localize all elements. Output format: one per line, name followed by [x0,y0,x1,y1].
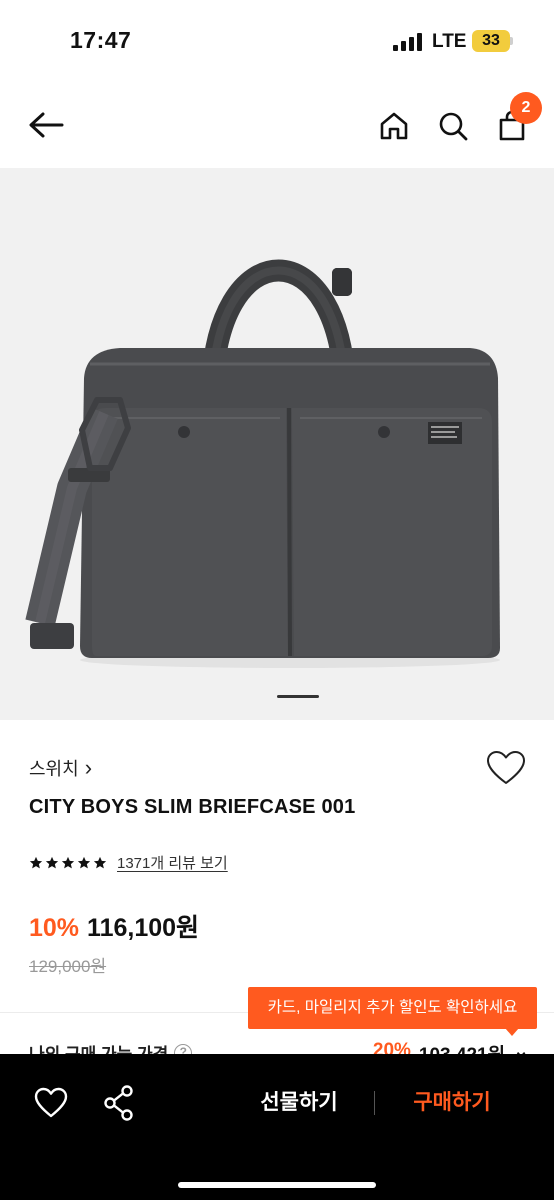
product-title: CITY BOYS SLIM BRIEFCASE 001 [29,796,356,818]
gift-button[interactable]: 선물하기 [240,1080,358,1126]
status-time: 17:47 [70,27,132,53]
search-icon [439,112,468,141]
my-price-amount: 103,421원 [419,1040,505,1054]
home-indicator [178,1182,376,1188]
discount-rate: 10% [29,914,80,942]
buy-button[interactable]: 구매하기 [392,1080,512,1126]
bottom-heart-icon[interactable] [34,1087,68,1119]
star-icon [93,856,107,868]
brand-name: 스위치 [29,759,79,779]
top-nav [0,84,554,168]
brand-link[interactable]: 스위치 › [29,755,92,781]
sale-price: 116,100원 [87,914,200,942]
review-link[interactable]: 1371개 리뷰 보기 [117,852,228,873]
battery-level: 33 [472,30,510,52]
search-button[interactable] [431,104,475,148]
network-type: LTE [432,31,467,52]
wishlist-heart-icon[interactable] [486,750,526,786]
back-arrow-icon [29,112,64,138]
home-icon [380,112,408,140]
price-row: 10% 116,100원 [29,908,199,944]
original-price: 129,000원 [29,957,107,976]
product-image[interactable] [0,168,554,720]
help-icon: ? [174,1043,193,1054]
briefcase-photo [25,259,500,668]
rating-row: 1371개 리뷰 보기 [29,852,228,873]
status-bar: 17:47 LTE 33 [0,0,554,80]
my-price-row[interactable]: 나의 구매 가능 가격 ? 20% 103,421원 ⌄ [29,1040,529,1054]
star-icon [45,856,59,868]
my-price-label-text: 나의 구매 가능 가격 [29,1040,168,1054]
bottom-action-bar [0,1054,554,1200]
my-price-discount: 20% [372,1040,411,1054]
chevron-right-icon: › [84,755,93,780]
star-icon [77,856,91,868]
home-button[interactable] [372,104,416,148]
benefit-tooltip: 카드, 마일리지 추가 할인도 확인하세요 [248,987,537,1029]
star-icon [29,856,43,868]
star-rating [29,856,107,870]
share-icon[interactable] [103,1085,135,1121]
my-price-value: 20% 103,421원 ⌄ [373,1040,529,1054]
tooltip-arrow [505,1028,519,1036]
bottom-separator [374,1091,375,1115]
signal-icon [393,33,422,51]
carousel-indicator [277,695,319,698]
my-price-label: 나의 구매 가능 가격 ? [29,1040,193,1054]
battery-tip [510,37,513,45]
chevron-down-icon: ⌄ [513,1041,529,1054]
star-icon [61,856,75,868]
back-button[interactable] [24,103,68,147]
cart-count-badge: 2 [510,92,542,124]
